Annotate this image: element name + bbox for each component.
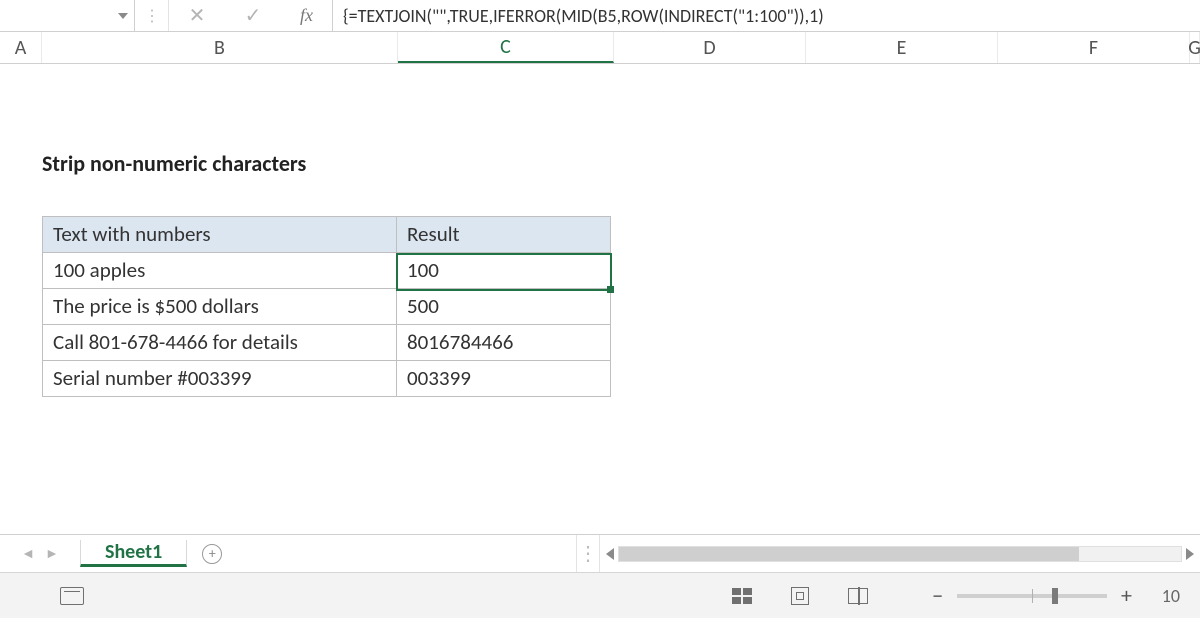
accept-formula-button[interactable]: ✓: [225, 0, 281, 31]
table-row: Serial number #003399 003399: [43, 361, 611, 397]
macro-record-icon[interactable]: [60, 587, 84, 605]
cell-c5[interactable]: 100: [397, 253, 611, 289]
cell-b5[interactable]: 100 apples: [43, 253, 397, 289]
column-header-c[interactable]: C: [398, 32, 614, 63]
column-header-e[interactable]: E: [806, 32, 998, 63]
zoom-out-button[interactable]: −: [932, 582, 943, 609]
zoom-controls: − + 10: [932, 582, 1180, 609]
column-header-b[interactable]: B: [42, 32, 398, 63]
page-title: Strip non-numeric characters: [42, 150, 306, 177]
column-header-a[interactable]: A: [0, 32, 42, 63]
column-header-f[interactable]: F: [998, 32, 1190, 63]
horizontal-scroll-track[interactable]: [618, 546, 1182, 562]
formula-bar: ⋮ ✕ ✓ fx {=TEXTJOIN("",TRUE,IFERROR(MID(…: [0, 0, 1200, 32]
zoom-value[interactable]: 10: [1146, 585, 1180, 607]
table-header-row: Text with numbers Result: [43, 217, 611, 253]
horizontal-scroll-thumb[interactable]: [619, 547, 1079, 561]
formula-bar-separator: ⋮: [135, 0, 169, 31]
table-row: 100 apples 100: [43, 253, 611, 289]
zoom-in-button[interactable]: +: [1121, 582, 1132, 609]
horizontal-scrollbar[interactable]: [600, 535, 1200, 572]
cell-c6[interactable]: 500: [397, 289, 611, 325]
tab-scroll-buttons[interactable]: ◄►: [0, 545, 80, 562]
sheet-tabs-row: ◄► Sheet1 + ⋮: [0, 534, 1200, 572]
formula-input[interactable]: {=TEXTJOIN("",TRUE,IFERROR(MID(B5,ROW(IN…: [333, 0, 1200, 31]
zoom-slider-thumb[interactable]: [1052, 588, 1058, 604]
column-header-d[interactable]: D: [614, 32, 806, 63]
view-page-layout-button[interactable]: [786, 585, 814, 607]
cancel-formula-button[interactable]: ✕: [169, 0, 225, 31]
table-row: The price is $500 dollars 500: [43, 289, 611, 325]
name-box-dropdown-icon[interactable]: [118, 13, 128, 19]
tab-split-handle[interactable]: ⋮: [576, 535, 600, 572]
header-result[interactable]: Result: [397, 217, 611, 253]
insert-function-button[interactable]: fx: [281, 0, 333, 31]
name-box[interactable]: [0, 0, 135, 31]
add-sheet-button[interactable]: +: [187, 544, 237, 564]
column-header-g[interactable]: G: [1190, 32, 1200, 63]
cell-b8[interactable]: Serial number #003399: [43, 361, 397, 397]
table-row: Call 801-678-4466 for details 8016784466: [43, 325, 611, 361]
worksheet-area[interactable]: Strip non-numeric characters Text with n…: [0, 64, 1200, 534]
header-text-with-numbers[interactable]: Text with numbers: [43, 217, 397, 253]
plus-icon: +: [202, 544, 222, 564]
tab-sheet1[interactable]: Sheet1: [80, 540, 187, 567]
scroll-right-icon[interactable]: [1186, 548, 1194, 560]
scroll-left-icon[interactable]: [606, 548, 614, 560]
column-headers: A B C D E F G: [0, 32, 1200, 64]
cell-c8[interactable]: 003399: [397, 361, 611, 397]
cell-b6[interactable]: The price is $500 dollars: [43, 289, 397, 325]
status-bar: − + 10: [0, 572, 1200, 618]
view-normal-button[interactable]: [728, 585, 756, 607]
data-table: Text with numbers Result 100 apples 100 …: [42, 216, 611, 397]
cell-c7[interactable]: 8016784466: [397, 325, 611, 361]
cell-b7[interactable]: Call 801-678-4466 for details: [43, 325, 397, 361]
zoom-slider[interactable]: [957, 594, 1107, 598]
view-page-break-button[interactable]: [844, 585, 872, 607]
